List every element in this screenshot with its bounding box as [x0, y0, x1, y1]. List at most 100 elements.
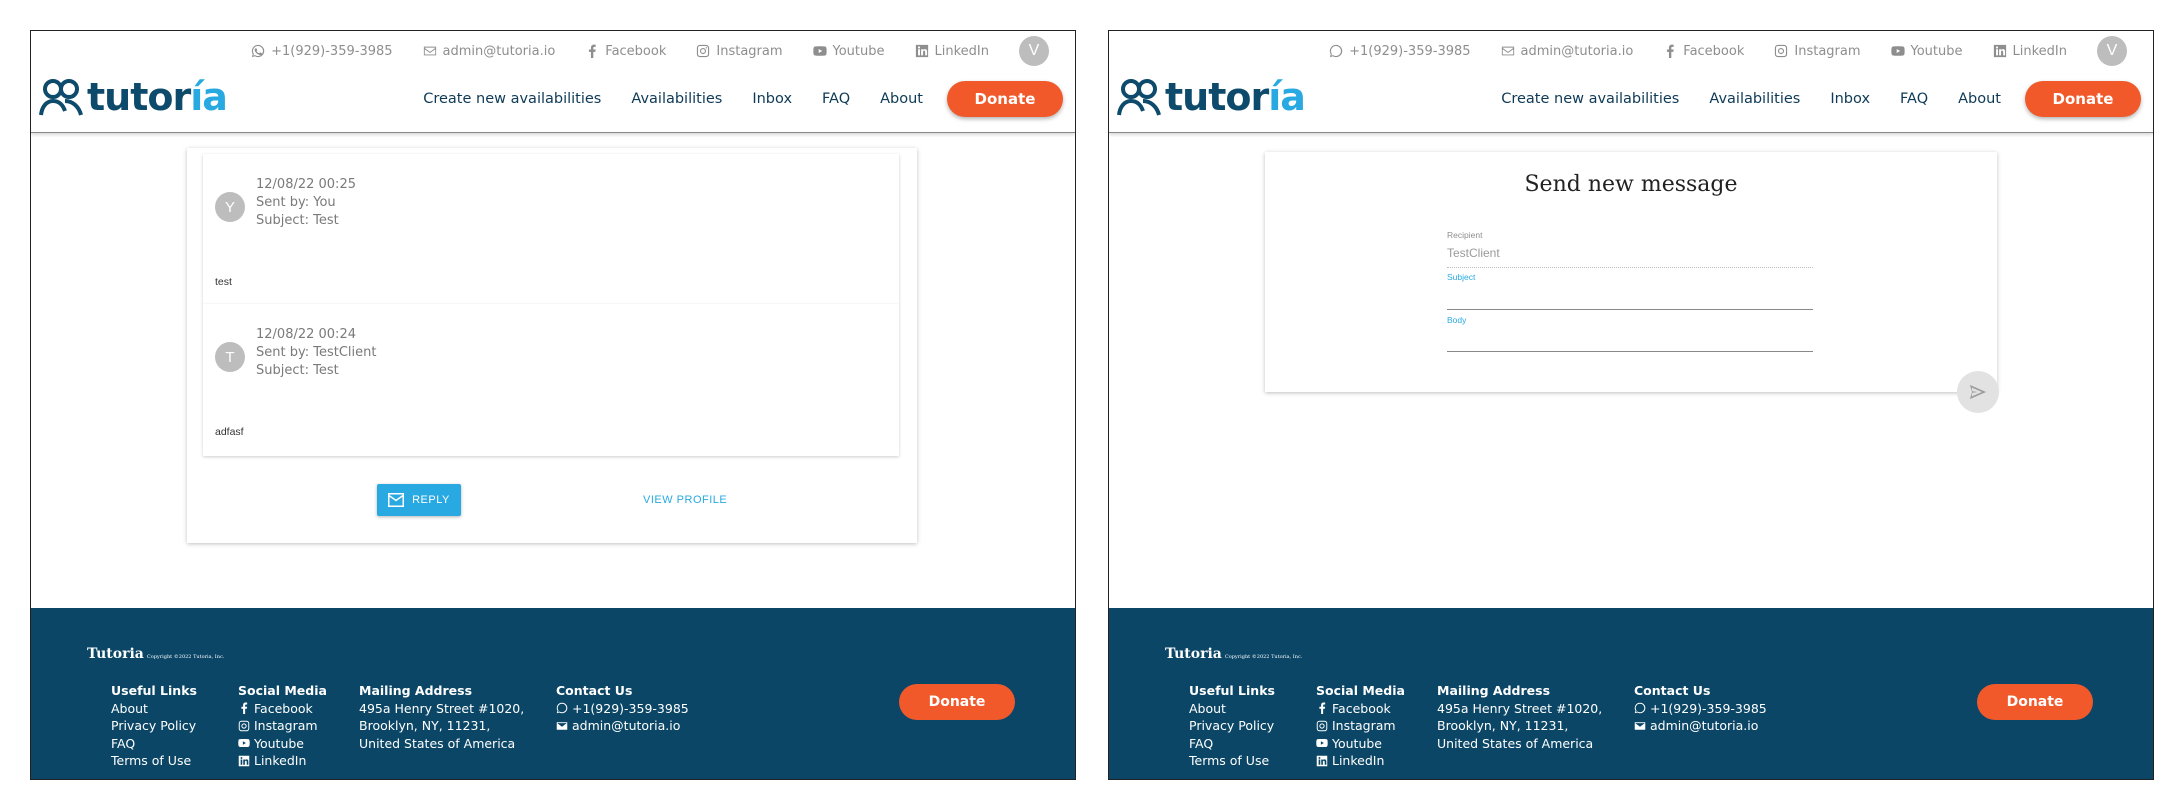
footer-email[interactable]: admin@tutoria.io: [1634, 717, 1767, 735]
footer-linkedin[interactable]: LinkedIn: [1316, 752, 1405, 770]
topbar-email[interactable]: admin@tutoria.io: [1501, 44, 1633, 59]
footer-instagram[interactable]: Instagram: [238, 717, 327, 735]
footer-instagram[interactable]: Instagram: [1316, 717, 1405, 735]
topbar-facebook[interactable]: Facebook: [1663, 44, 1744, 59]
footer-phone[interactable]: +1(929)-359-3985: [556, 700, 689, 718]
recipient-field[interactable]: Recipient TestClient: [1447, 230, 1813, 268]
reply-label: REPLY: [412, 494, 450, 506]
social-heading: Social Media: [238, 683, 327, 698]
logo-main: tutor: [87, 75, 191, 119]
donate-button[interactable]: Donate: [2025, 81, 2141, 117]
footer-link-faq[interactable]: FAQ: [111, 735, 197, 753]
topbar-phone[interactable]: +1(929)-359-3985: [1329, 43, 1471, 59]
sender-avatar: T: [215, 342, 245, 372]
topbar-linkedin[interactable]: LinkedIn: [1993, 44, 2067, 59]
footer-donate-button[interactable]: Donate: [1977, 684, 2093, 720]
whatsapp-icon: [1634, 702, 1646, 714]
footer-link-about[interactable]: About: [111, 700, 197, 718]
topbar-email[interactable]: admin@tutoria.io: [423, 44, 555, 59]
send-icon: [1970, 385, 1986, 399]
send-button[interactable]: [1957, 371, 1999, 413]
nav-faq[interactable]: FAQ: [1900, 91, 1928, 107]
topbar-phone[interactable]: +1(929)-359-3985: [251, 44, 393, 59]
logo-accent: ía: [190, 75, 228, 119]
footer-donate-button[interactable]: Donate: [899, 684, 1015, 720]
user-avatar[interactable]: V: [1019, 36, 1049, 66]
topbar-youtube-text: Youtube: [1910, 43, 1963, 59]
youtube-icon: [812, 46, 827, 56]
topbar-linkedin[interactable]: LinkedIn: [915, 44, 989, 59]
topbar-youtube[interactable]: Youtube: [1890, 43, 1963, 59]
message-thread-card: Y 12/08/22 00:25 Sent by: You Subject: T…: [187, 148, 917, 543]
footer-facebook[interactable]: Facebook: [1316, 700, 1405, 718]
nav-create-availabilities[interactable]: Create new availabilities: [1501, 91, 1679, 107]
mailing-heading: Mailing Address: [1437, 683, 1551, 698]
sender-avatar: Y: [215, 192, 245, 222]
youtube-icon: [1890, 46, 1905, 56]
topbar-facebook[interactable]: Facebook: [585, 44, 666, 59]
topbar-phone-text: +1(929)-359-3985: [1349, 43, 1471, 59]
footer-link-faq[interactable]: FAQ: [1189, 735, 1275, 753]
footer-phone[interactable]: +1(929)-359-3985: [1634, 700, 1767, 718]
compose-title: Send new message: [1524, 172, 1738, 197]
user-avatar[interactable]: V: [2097, 36, 2127, 66]
nav-about[interactable]: About: [1958, 91, 2001, 107]
footer-useful-links: Useful Links About Privacy Policy FAQ Te…: [1189, 682, 1275, 770]
subject-input[interactable]: [1447, 288, 1813, 302]
nav-about[interactable]: About: [880, 91, 923, 107]
envelope-icon: [423, 46, 436, 56]
footer-email[interactable]: admin@tutoria.io: [556, 717, 689, 735]
footer-link-terms[interactable]: Terms of Use: [111, 752, 197, 770]
message-body: adfasf: [215, 426, 244, 438]
reply-button[interactable]: REPLY: [377, 484, 461, 516]
logo-wordmark: tutoría: [87, 75, 228, 119]
top-contact-bar: +1(929)-359-3985 admin@tutoria.io Facebo…: [31, 31, 1075, 71]
body-field[interactable]: Body: [1447, 315, 1813, 352]
useful-links-heading: Useful Links: [1189, 683, 1275, 698]
tutoria-logo[interactable]: tutoría: [39, 75, 228, 119]
footer-link-terms[interactable]: Terms of Use: [1189, 752, 1275, 770]
topbar-youtube[interactable]: Youtube: [812, 43, 885, 59]
instagram-icon: [1316, 720, 1328, 731]
nav-availabilities[interactable]: Availabilities: [1709, 91, 1800, 107]
footer-email-text: admin@tutoria.io: [1650, 718, 1759, 733]
footer-youtube[interactable]: Youtube: [1316, 735, 1405, 753]
facebook-icon: [589, 44, 596, 58]
nav-create-availabilities[interactable]: Create new availabilities: [423, 91, 601, 107]
site-footer: Tutoria Copyright ©2022 Tutoria, Inc. Use…: [31, 608, 1075, 779]
footer-link-privacy[interactable]: Privacy Policy: [111, 717, 197, 735]
topbar-instagram[interactable]: Instagram: [1774, 43, 1861, 59]
youtube-icon: [238, 739, 250, 748]
mailing-line-1: 495a Henry Street #1020,: [1437, 700, 1603, 716]
body-input[interactable]: [1447, 331, 1813, 345]
footer-facebook[interactable]: Facebook: [238, 700, 327, 718]
footer-brand-name: Tutoria: [87, 646, 144, 662]
footer-social: Social Media Facebook Instagram Youtube …: [1316, 682, 1405, 770]
tutoria-logo[interactable]: tutoría: [1117, 75, 1306, 119]
logo-wordmark: tutoría: [1165, 75, 1306, 119]
footer-linkedin[interactable]: LinkedIn: [238, 752, 327, 770]
footer-mailing: Mailing Address 495a Henry Street #1020,…: [1437, 682, 1602, 752]
subject-field[interactable]: Subject: [1447, 272, 1813, 310]
message-subject: Subject: Test: [256, 363, 339, 378]
topbar-linkedin-text: LinkedIn: [934, 43, 989, 59]
nav-faq[interactable]: FAQ: [822, 91, 850, 107]
nav-availabilities[interactable]: Availabilities: [631, 91, 722, 107]
donate-button[interactable]: Donate: [947, 81, 1063, 117]
nav-inbox[interactable]: Inbox: [1830, 91, 1870, 107]
footer-youtube-text: Youtube: [1332, 735, 1382, 751]
whatsapp-icon: [1330, 44, 1343, 58]
envelope-icon: [556, 722, 568, 730]
footer-link-privacy[interactable]: Privacy Policy: [1189, 717, 1275, 735]
mailing-line-2: Brooklyn, NY, 11231,: [359, 718, 491, 733]
footer-youtube[interactable]: Youtube: [238, 735, 327, 753]
topbar-instagram[interactable]: Instagram: [696, 44, 783, 59]
message-sender: Sent by: TestClient: [256, 345, 377, 360]
footer-mailing: Mailing Address 495a Henry Street #1020,…: [359, 682, 524, 752]
message-body: test: [215, 276, 232, 288]
view-profile-link[interactable]: VIEW PROFILE: [643, 494, 727, 506]
footer-link-about[interactable]: About: [1189, 700, 1275, 718]
nav-inbox[interactable]: Inbox: [752, 91, 792, 107]
topbar-instagram-text: Instagram: [1794, 43, 1861, 59]
topbar-youtube-text: Youtube: [832, 43, 885, 59]
